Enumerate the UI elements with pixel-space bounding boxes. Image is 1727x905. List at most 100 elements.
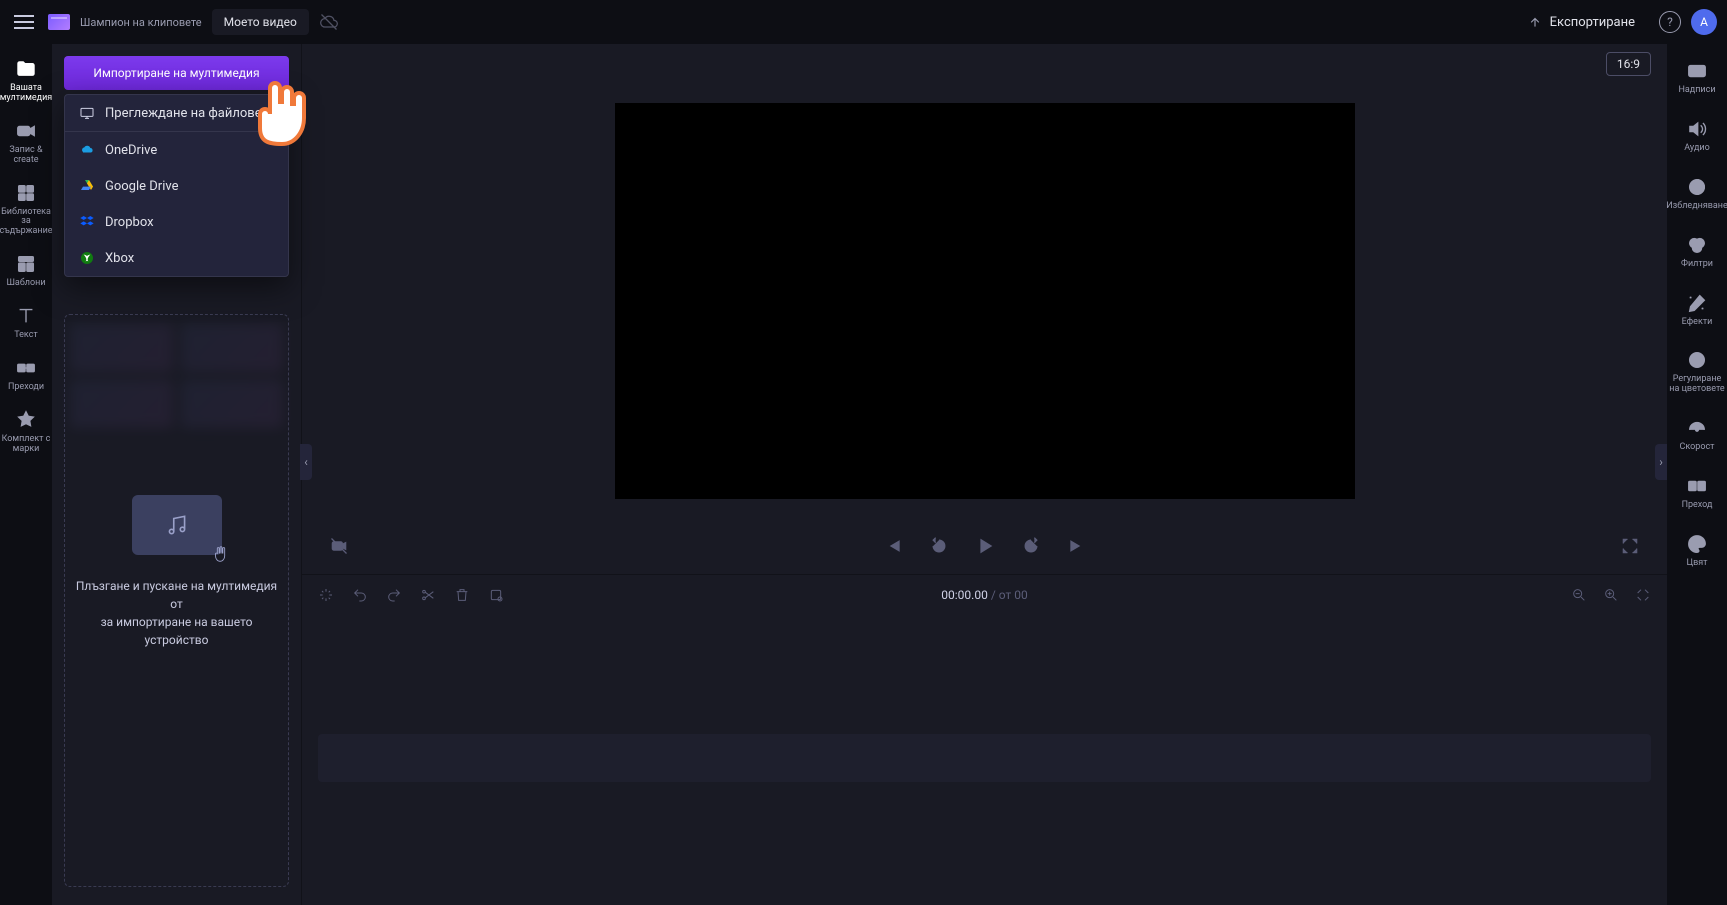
project-name-input[interactable]: Моето видео xyxy=(212,9,309,35)
effects-icon xyxy=(1686,292,1708,314)
prop-label: Избледняване xyxy=(1666,202,1727,212)
audio-icon xyxy=(1686,118,1708,140)
nav-record-create[interactable]: Запис & create xyxy=(0,112,52,174)
prop-label: Надписи xyxy=(1678,86,1715,96)
play-button[interactable] xyxy=(974,535,996,557)
nav-label: Преходи xyxy=(8,383,44,393)
prop-fade[interactable]: Избледняване xyxy=(1667,166,1727,222)
nav-text[interactable]: Текст xyxy=(0,297,52,349)
menu-button[interactable] xyxy=(10,8,38,36)
upload-icon xyxy=(1528,15,1542,29)
brand-kit-icon xyxy=(15,409,37,431)
video-preview-canvas[interactable] xyxy=(615,103,1355,499)
fade-icon xyxy=(1686,176,1708,198)
zoom-in-button[interactable] xyxy=(1603,587,1619,603)
dropdown-label: Google Drive xyxy=(105,179,178,194)
adjust-colors-icon xyxy=(1686,349,1708,371)
media-panel: Импортиране на мултимедия Преглеждане на… xyxy=(52,44,302,905)
help-button[interactable]: ? xyxy=(1659,11,1681,33)
collapse-media-panel-button[interactable]: ‹ xyxy=(300,444,312,480)
rewind-button[interactable] xyxy=(928,535,950,557)
google-drive-icon xyxy=(79,178,95,194)
transition-icon xyxy=(1686,475,1708,497)
nav-label: Комплект с марки xyxy=(0,435,52,455)
dropdown-google-drive[interactable]: Google Drive xyxy=(65,168,288,204)
skip-next-button[interactable] xyxy=(1066,535,1088,557)
fit-timeline-button[interactable] xyxy=(1635,587,1651,603)
timecode-display: 00:00.00 / от 00 xyxy=(941,588,1027,602)
export-label: Експортиране xyxy=(1550,15,1635,30)
onedrive-icon xyxy=(79,142,95,158)
xbox-icon xyxy=(79,250,95,266)
timeline-track[interactable] xyxy=(318,734,1651,782)
right-properties-rail: Надписи Аудио Избледняване Филтри Ефекти… xyxy=(1667,44,1727,905)
nav-label: Текст xyxy=(14,331,38,341)
dropdown-label: Dropbox xyxy=(105,215,154,230)
prop-effects[interactable]: Ефекти xyxy=(1667,282,1727,338)
skip-prev-button[interactable] xyxy=(882,535,904,557)
brand-label: Шампион на клиповете xyxy=(80,16,202,29)
left-nav-rail: Вашата мултимедия Запис & create Библиот… xyxy=(0,44,52,905)
undo-button[interactable] xyxy=(352,587,368,603)
prop-label: Преход xyxy=(1682,501,1713,511)
crop-button[interactable] xyxy=(488,587,504,603)
grab-hand-icon xyxy=(210,543,232,565)
timeline-canvas[interactable] xyxy=(302,614,1667,905)
prop-speed[interactable]: Скорост xyxy=(1667,407,1727,463)
prop-adjust-colors[interactable]: Регулиране на цветовете xyxy=(1667,339,1727,405)
library-icon xyxy=(15,182,37,204)
drop-zone-hint: Плъзгане и пускане на мултимедия от за и… xyxy=(65,577,288,649)
user-avatar[interactable]: A xyxy=(1691,9,1717,35)
camera-icon xyxy=(15,120,37,142)
preview-stage: 16:9 xyxy=(302,44,1667,574)
collapse-right-panel-button[interactable]: › xyxy=(1655,444,1667,480)
split-button[interactable] xyxy=(420,587,436,603)
nav-label: Библиотека за съдържание xyxy=(0,208,53,238)
delete-button[interactable] xyxy=(454,587,470,603)
prop-captions[interactable]: Надписи xyxy=(1667,50,1727,106)
prop-audio[interactable]: Аудио xyxy=(1667,108,1727,164)
prop-color[interactable]: Цвят xyxy=(1667,523,1727,579)
media-drop-zone[interactable]: Плъзгане и пускане на мултимедия от за и… xyxy=(64,314,289,887)
fullscreen-button[interactable] xyxy=(1619,535,1641,557)
ai-sparkle-button[interactable] xyxy=(318,587,334,603)
safe-zone-toggle[interactable] xyxy=(328,535,350,557)
dropdown-label: Xbox xyxy=(105,251,134,266)
prop-filters[interactable]: Филтри xyxy=(1667,224,1727,280)
import-media-dropdown: Преглеждане на файлове OneDrive Google D… xyxy=(64,94,289,277)
nav-your-media[interactable]: Вашата мултимедия xyxy=(0,50,52,112)
aspect-ratio-chip[interactable]: 16:9 xyxy=(1606,52,1651,76)
forward-button[interactable] xyxy=(1020,535,1042,557)
nav-label: Вашата мултимедия xyxy=(0,84,52,104)
dropdown-label: Преглеждане на файлове xyxy=(105,106,262,121)
templates-icon xyxy=(15,253,37,275)
monitor-icon xyxy=(79,105,95,121)
dropdown-xbox[interactable]: Xbox xyxy=(65,240,288,276)
cloud-sync-off-icon xyxy=(319,12,339,32)
redo-button[interactable] xyxy=(386,587,402,603)
prop-label: Аудио xyxy=(1684,144,1709,154)
nav-transitions[interactable]: Преходи xyxy=(0,349,52,401)
nav-content-library[interactable]: Библиотека за съдържание xyxy=(0,174,52,246)
nav-templates[interactable]: Шаблони xyxy=(0,245,52,297)
dropdown-onedrive[interactable]: OneDrive xyxy=(65,132,288,168)
dropdown-label: OneDrive xyxy=(105,143,157,158)
captions-icon xyxy=(1686,60,1708,82)
app-logo-icon xyxy=(48,14,70,30)
media-audio-tile-icon xyxy=(132,495,222,555)
dropdown-dropbox[interactable]: Dropbox xyxy=(65,204,288,240)
prop-label: Регулиране на цветовете xyxy=(1667,375,1727,395)
export-button[interactable]: Експортиране xyxy=(1514,7,1649,38)
nav-brand-kit[interactable]: Комплект с марки xyxy=(0,401,52,463)
prop-label: Скорост xyxy=(1680,443,1715,453)
palette-icon xyxy=(1686,533,1708,555)
dropdown-browse-files[interactable]: Преглеждане на файлове xyxy=(65,95,288,131)
nav-label: Шаблони xyxy=(6,279,45,289)
prop-label: Цвят xyxy=(1687,559,1708,569)
zoom-out-button[interactable] xyxy=(1571,587,1587,603)
filters-icon xyxy=(1686,234,1708,256)
topbar: Шампион на клиповете Моето видео Експорт… xyxy=(0,0,1727,44)
prop-label: Ефекти xyxy=(1682,318,1713,328)
prop-transition[interactable]: Преход xyxy=(1667,465,1727,521)
import-media-button[interactable]: Импортиране на мултимедия xyxy=(64,56,289,90)
